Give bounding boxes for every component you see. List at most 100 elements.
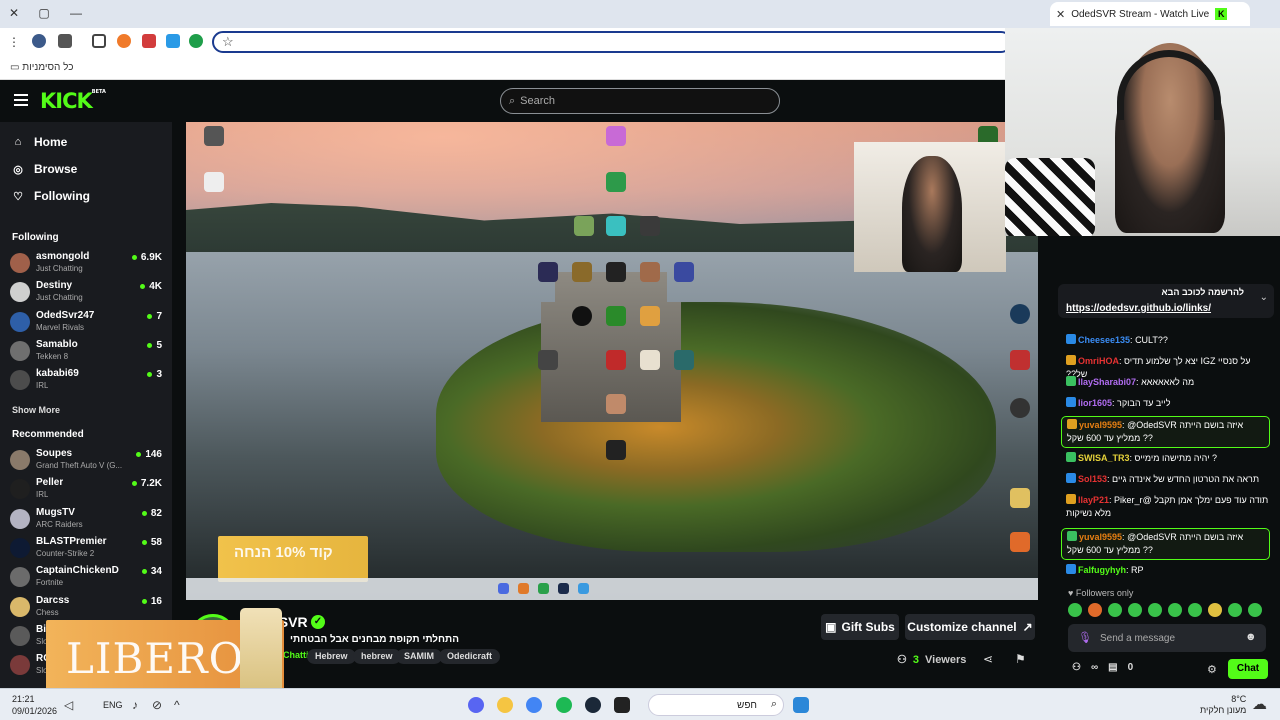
chat-username[interactable]: Falfugyhyh [1078, 565, 1126, 575]
extensions-icon[interactable] [92, 34, 106, 48]
address-bar[interactable]: ☆ [212, 31, 1012, 53]
all-bookmarks-folder[interactable]: ▭ כל הסימניות [10, 62, 74, 73]
desktop-icon [606, 262, 626, 282]
network-icon[interactable]: ⊘ [152, 698, 162, 712]
recommended-channel-item[interactable]: CaptainChickenD Fortnite 34 [10, 565, 162, 591]
emote[interactable] [1128, 603, 1142, 617]
extension-translate-icon[interactable] [166, 34, 180, 48]
menu-icon[interactable] [14, 94, 28, 106]
emote[interactable] [1188, 603, 1202, 617]
weather-widget[interactable]: 8°C מעונן חלקית [1200, 694, 1246, 716]
tab-close-icon[interactable]: ✕ [1056, 8, 1065, 21]
chat-username[interactable]: IlayP21 [1078, 495, 1109, 505]
chat-username[interactable]: Cheesee135 [1078, 335, 1130, 345]
live-dot-icon [141, 510, 147, 516]
tag-hebrew[interactable]: Hebrew [307, 649, 356, 664]
heart-small-icon: ♥ [1068, 588, 1076, 598]
viewer-count-value: 5 [156, 339, 162, 351]
restore-window-icon[interactable]: ▢ [34, 6, 54, 20]
live-dot-icon [141, 539, 147, 545]
menu-dots-icon[interactable]: ⋮ [8, 35, 22, 49]
nav-browse[interactable]: ◎ Browse [12, 162, 77, 176]
emote[interactable] [1108, 603, 1122, 617]
language-indicator[interactable]: ENG [103, 700, 123, 710]
emote[interactable] [1168, 603, 1182, 617]
customize-channel-button[interactable]: Customize channel ↗ [905, 614, 1035, 640]
desktop-icon [606, 306, 626, 326]
clock[interactable]: 21:21 09/01/2026 [12, 693, 57, 717]
pinned-message[interactable]: להרשמה לכוכב הבא https://odedsvr.github.… [1058, 284, 1274, 318]
emote[interactable] [1088, 603, 1102, 617]
following-channel-item[interactable]: kababi69 IRL 3 [10, 368, 162, 394]
tag-samim[interactable]: SAMIM [396, 649, 442, 664]
channel-viewers: 4K [140, 281, 162, 292]
chrome-icon[interactable] [526, 697, 542, 713]
recommended-channel-item[interactable]: Darcss Chess 16 [10, 595, 162, 621]
os-search-box[interactable]: חפש ⌕ [648, 694, 784, 716]
following-channel-item[interactable]: asmongold Just Chatting 6.9K [10, 251, 162, 277]
channel-viewers: 16 [141, 596, 162, 607]
chat-username[interactable]: OmriHOA [1078, 356, 1119, 366]
chat-username[interactable]: IlaySharabi07 [1078, 377, 1136, 387]
bookmark-star-icon[interactable]: ☆ [222, 34, 234, 50]
gear-icon[interactable]: ⚙ [1207, 663, 1217, 676]
steam-icon[interactable] [585, 697, 601, 713]
recommended-channel-item[interactable]: Soupes Grand Theft Auto V (G... 146 [10, 448, 162, 474]
extension-grammar-icon[interactable] [189, 34, 203, 48]
emote[interactable] [1068, 603, 1082, 617]
infinity-icon[interactable]: ∞ [1091, 662, 1098, 673]
chat-username[interactable]: SWISA_TR3 [1078, 453, 1130, 463]
following-channel-item[interactable]: Samablo Tekken 8 5 [10, 339, 162, 365]
search-placeholder: Search [520, 95, 556, 107]
extension-shield-icon[interactable] [142, 34, 156, 48]
tag-odedicraft[interactable]: Odedicraft [439, 649, 501, 664]
close-window-icon[interactable]: ✕ [4, 6, 24, 20]
search-input[interactable]: ⌕ Search [500, 88, 780, 114]
emoji-icon[interactable]: ☻ [1245, 631, 1257, 643]
mic-icon[interactable]: 🎙 [1078, 631, 1092, 644]
discord-icon[interactable] [468, 697, 484, 713]
emote[interactable] [1228, 603, 1242, 617]
taskbar-app-icon [498, 583, 509, 594]
volume-icon[interactable]: ◁ [64, 698, 73, 712]
chat-username[interactable]: yuval9595 [1079, 532, 1122, 542]
recommended-channel-item[interactable]: Peller IRL 7.2K [10, 477, 162, 503]
chat-username[interactable]: Sol153 [1078, 474, 1107, 484]
chevron-up-icon[interactable]: ^ [174, 698, 180, 712]
video-player[interactable]: קוד 10% הנחה [186, 122, 1038, 600]
following-channel-item[interactable]: OdedSvr247 Marvel Rivals 7 [10, 310, 162, 336]
chat-input[interactable]: Send a message [1068, 624, 1266, 652]
terminal-icon[interactable] [614, 697, 630, 713]
emote[interactable] [1248, 603, 1262, 617]
following-channel-item[interactable]: Destiny Just Chatting 4K [10, 280, 162, 306]
chat-username[interactable]: yuval9595 [1079, 420, 1122, 430]
kick-logo[interactable]: KICKBETA [40, 89, 106, 113]
recommended-channel-item[interactable]: MugsTV ARC Raiders 82 [10, 507, 162, 533]
minimize-window-icon[interactable]: — [66, 6, 86, 20]
share-icon[interactable]: ⋖ [983, 652, 993, 666]
mic-tray-icon[interactable]: ♪ [132, 698, 138, 712]
more-options-icon[interactable]: ⚑ [1015, 652, 1026, 666]
reading-list-icon[interactable] [58, 34, 72, 48]
profile-avatar-icon[interactable] [32, 34, 46, 48]
emote[interactable] [1148, 603, 1162, 617]
points-icon[interactable]: ▤ [1108, 662, 1117, 673]
tag-hebrew-lower[interactable]: hebrew [353, 649, 401, 664]
nav-home[interactable]: ⌂ Home [12, 135, 68, 149]
emote[interactable] [1208, 603, 1222, 617]
app-icon[interactable] [497, 697, 513, 713]
chevron-down-icon[interactable]: ⌄ [1260, 292, 1268, 303]
show-more-button[interactable]: Show More [12, 405, 60, 415]
browser-tab[interactable]: ✕ OdedSVR Stream - Watch Live K [1050, 2, 1250, 26]
chat-username[interactable]: lior1605 [1078, 398, 1112, 408]
users-icon[interactable]: ⚇ [1072, 662, 1081, 673]
nav-following[interactable]: ♡ Following [12, 189, 90, 203]
recommended-channel-item[interactable]: BLASTPremier Counter-Strike 2 58 [10, 536, 162, 562]
spotify-icon[interactable] [556, 697, 572, 713]
chat-send-button[interactable]: Chat [1228, 659, 1268, 679]
gift-subs-button[interactable]: ▣ Gift Subs [821, 614, 899, 640]
pinned-link[interactable]: https://odedsvr.github.io/links/ [1066, 303, 1211, 314]
windows-start-icon[interactable] [793, 697, 809, 713]
channel-avatar [10, 450, 30, 470]
extension-fox-icon[interactable] [117, 34, 131, 48]
